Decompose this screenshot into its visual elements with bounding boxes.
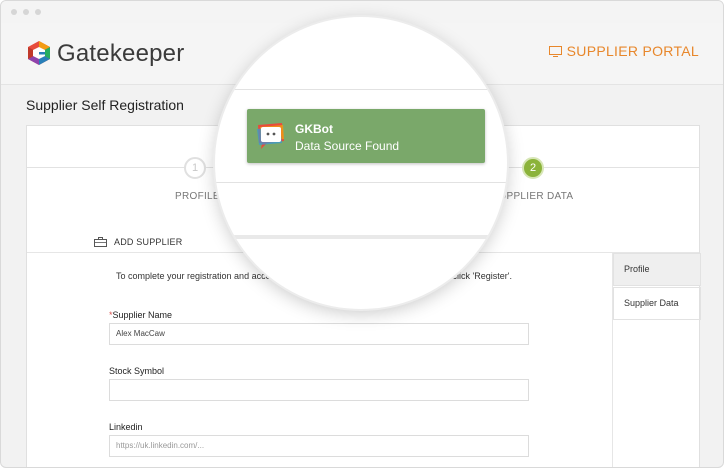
sidebar-tab-profile[interactable]: Profile: [613, 253, 701, 286]
supplier-name-label: *Supplier Name: [109, 310, 172, 320]
add-supplier-heading: ADD SUPPLIER: [94, 237, 182, 247]
page-title: Supplier Self Registration: [26, 97, 184, 113]
gkbot-notification[interactable]: GKBot Data Source Found: [247, 109, 485, 163]
step-2-label: SUPPLIER DATA: [492, 191, 574, 202]
toast-title: GKBot: [295, 122, 333, 136]
linkedin-label: Linkedin: [109, 422, 143, 432]
instruction-text: To complete your registration and access…: [116, 271, 512, 281]
magnifier-lens: GKBot Data Source Found: [215, 17, 507, 309]
window-dot-icon: [23, 9, 29, 15]
lens-divider: [215, 182, 507, 183]
window-dot-icon: [11, 9, 17, 15]
sidebar-panel: Profile Supplier Data: [612, 252, 701, 467]
supplier-name-label-text: Supplier Name: [112, 310, 173, 320]
lens-divider: [215, 235, 507, 239]
linkedin-input[interactable]: https://uk.linkedin.com/...: [109, 435, 529, 457]
chat-bot-icon: [257, 123, 284, 149]
sidebar-tab-supplier-data[interactable]: Supplier Data: [613, 287, 701, 320]
briefcase-icon: [94, 237, 107, 247]
instruction-text-left: To complete your registration and access: [116, 271, 280, 281]
toast-message: Data Source Found: [295, 139, 400, 153]
step-2-circle[interactable]: 2: [522, 157, 544, 179]
window-dot-icon: [35, 9, 41, 15]
supplier-name-input[interactable]: Alex MacCaw: [109, 323, 529, 345]
add-supplier-label: ADD SUPPLIER: [114, 237, 183, 247]
supplier-portal-label: SUPPLIER PORTAL: [566, 43, 699, 59]
lens-divider: [215, 89, 507, 90]
gatekeeper-logo-icon: [28, 41, 50, 65]
app-window: Gatekeeper SUPPLIER PORTAL Supplier Self…: [0, 0, 724, 468]
supplier-portal-link[interactable]: SUPPLIER PORTAL: [548, 43, 699, 59]
monitor-icon: [548, 45, 562, 57]
stock-symbol-label: Stock Symbol: [109, 366, 165, 376]
step-1-circle[interactable]: 1: [184, 157, 206, 179]
step-1-label: PROFILE: [175, 191, 220, 202]
stock-symbol-input[interactable]: [109, 379, 529, 401]
brand-name: Gatekeeper: [57, 40, 185, 67]
